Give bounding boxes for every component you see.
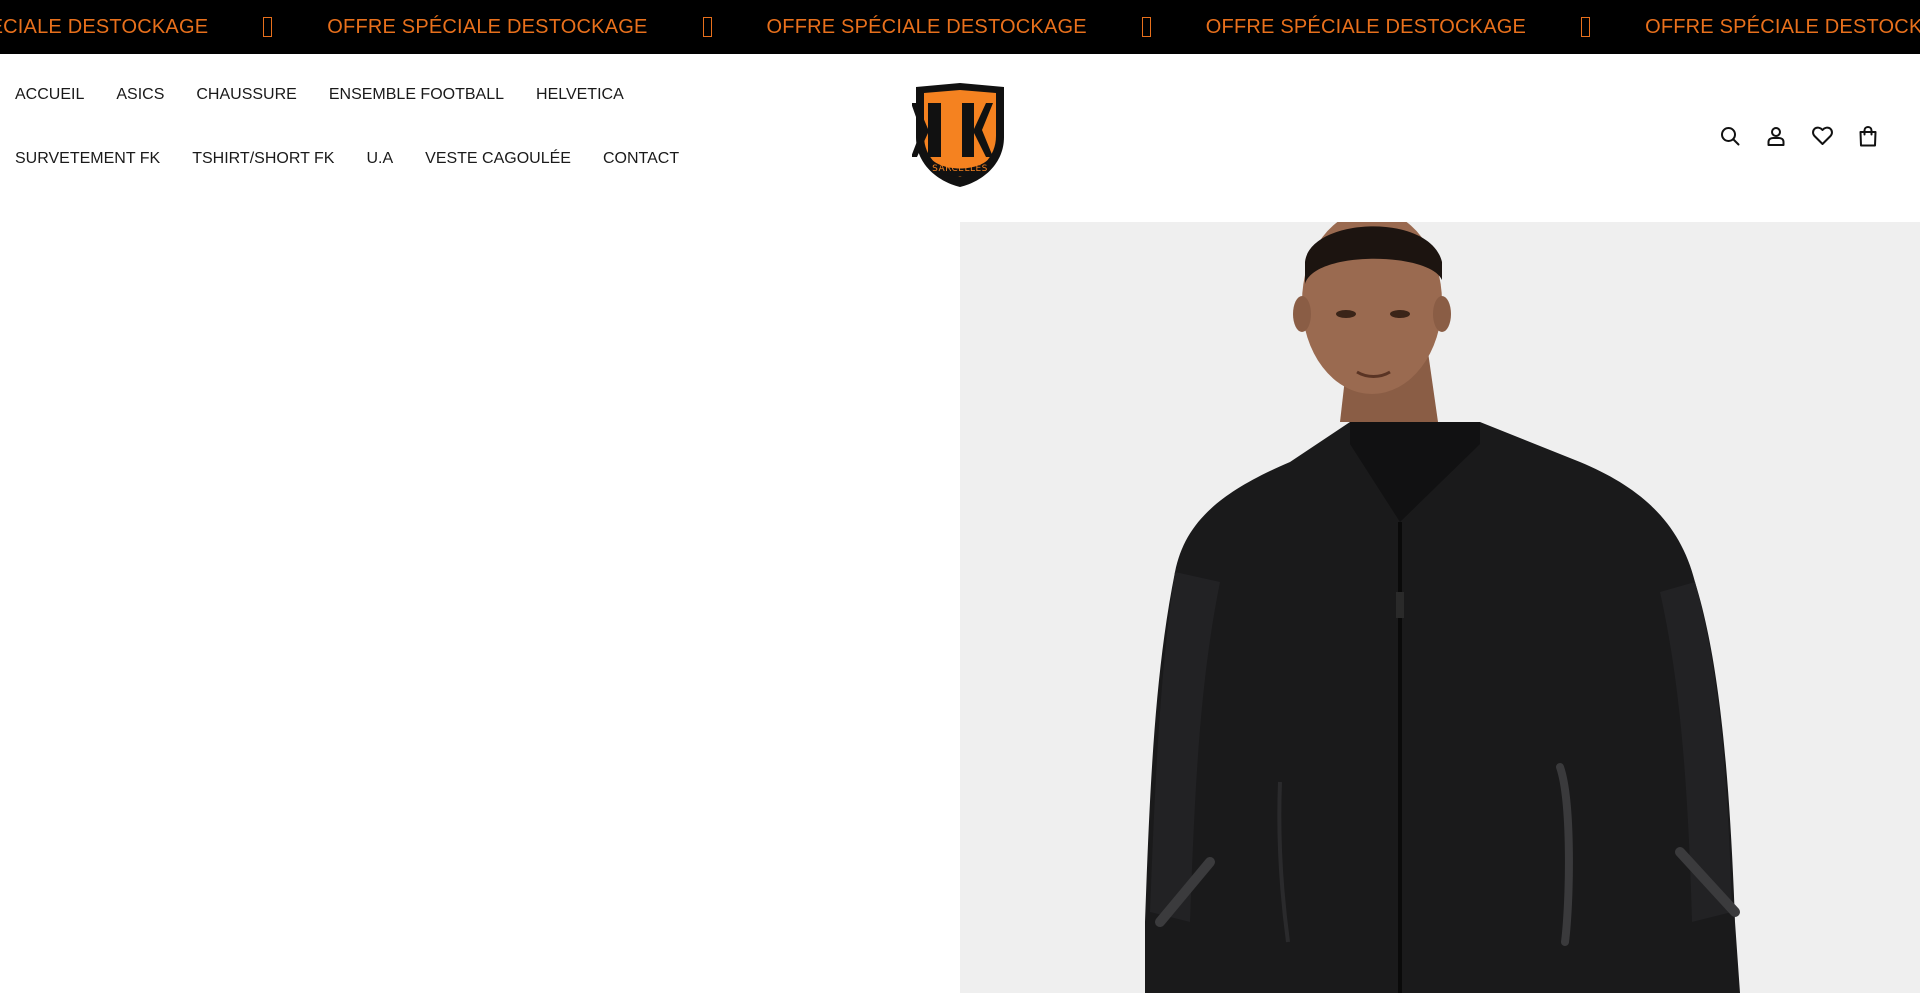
missing-glyph-icon [702,17,712,37]
nav-link-chaussure[interactable]: CHAUSSURE [196,86,296,104]
nav-link-contact[interactable]: CONTACT [603,150,679,168]
announcement-item: OFFRE SPÉCIALE DESTOCKAGE [1206,16,1645,39]
product-info-panel [0,222,960,993]
site-header: ACCUEIL ASICS CHAUSSURE ENSEMBLE FOOTBAL… [0,54,1920,222]
announcement-text: OFFRE SPÉCIALE DESTOCKAGE [1645,15,1920,38]
nav-link-ensemble-football[interactable]: ENSEMBLE FOOTBALL [329,86,504,104]
logo-shield-icon: SARCELLES [911,83,1004,187]
wishlist-heart-icon[interactable] [1810,124,1834,148]
main-navigation: ACCUEIL ASICS CHAUSSURE ENSEMBLE FOOTBAL… [15,54,775,191]
missing-glyph-icon [1141,17,1151,37]
nav-link-asics[interactable]: ASICS [116,86,164,104]
announcement-text: OFFRE SPÉCIALE DESTOCKAGE [327,15,648,38]
nav-link-tshirt-short-fk[interactable]: TSHIRT/SHORT FK [192,150,334,168]
account-icon[interactable] [1764,124,1788,148]
missing-glyph-icon [1581,17,1591,37]
cart-bag-icon[interactable] [1856,124,1880,148]
site-logo[interactable]: SARCELLES [911,81,1008,189]
search-icon[interactable] [1718,124,1742,148]
nav-row-2: SURVETEMENT FK TSHIRT/SHORT FK U.A VESTE… [15,127,775,191]
announcement-bar: OFFRE SPÉCIALE DESTOCKAGE OFFRE SPÉCIALE… [0,0,1920,54]
nav-link-accueil[interactable]: ACCUEIL [15,86,84,104]
announcement-item: OFFRE SPÉCIALE DESTOCKAGE [0,16,327,39]
product-main [0,222,1920,993]
nav-link-veste-cagoulee[interactable]: VESTE CAGOULÉE [425,150,571,168]
announcement-text: OFFRE SPÉCIALE DESTOCKAGE [1205,15,1527,38]
announcement-item: OFFRE SPÉCIALE DESTOCKAGE [1645,16,1920,39]
logo-ring-text: SARCELLES [932,164,988,174]
missing-glyph-icon [263,17,273,37]
nav-row-1: ACCUEIL ASICS CHAUSSURE ENSEMBLE FOOTBAL… [15,63,775,127]
announcement-track: OFFRE SPÉCIALE DESTOCKAGE OFFRE SPÉCIALE… [0,0,1920,54]
header-icon-group [1696,124,1880,148]
product-image[interactable] [960,222,1920,993]
announcement-item: OFFRE SPÉCIALE DESTOCKAGE [767,16,1206,39]
nav-link-survetement-fk[interactable]: SURVETEMENT FK [15,150,160,168]
nav-link-helvetica[interactable]: HELVETICA [536,86,624,104]
nav-link-ua[interactable]: U.A [366,150,393,168]
announcement-text: OFFRE SPÉCIALE DESTOCKAGE [766,15,1087,38]
announcement-item: OFFRE SPÉCIALE DESTOCKAGE [327,16,766,39]
announcement-text: OFFRE SPÉCIALE DESTOCKAGE [0,15,209,38]
jacket-model-photo-icon [960,222,1920,993]
